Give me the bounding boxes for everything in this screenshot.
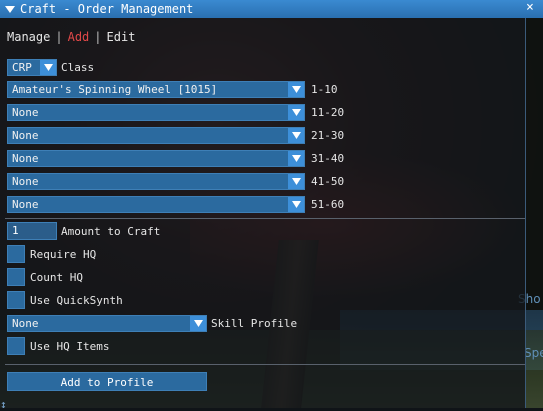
skill-profile-value: None (12, 317, 39, 330)
recipe-select-value: None (12, 106, 39, 119)
recipe-select-value: None (12, 129, 39, 142)
add-to-profile-button[interactable]: Add to Profile (7, 372, 207, 391)
chevron-down-icon[interactable] (288, 105, 304, 120)
close-button[interactable]: × (520, 0, 542, 18)
recipe-select-value: Amateur's Spinning Wheel [1015] (12, 83, 218, 96)
level-range-label: 1-10 (311, 83, 338, 96)
require-hq-label: Require HQ (30, 248, 97, 261)
close-icon: × (526, 0, 534, 15)
add-to-profile-label: Add to Profile (60, 376, 154, 389)
menu-manage[interactable]: Manage (7, 30, 50, 44)
menu-edit[interactable]: Edit (107, 30, 136, 44)
recipe-select-51-60[interactable]: None (7, 196, 305, 213)
count-hq-checkbox[interactable] (7, 268, 25, 286)
recipe-select-21-30[interactable]: None (7, 127, 305, 144)
amount-input[interactable]: 1 (7, 222, 57, 240)
level-range-label: 11-20 (311, 106, 345, 119)
class-select[interactable]: CRP (7, 59, 57, 76)
title-bar[interactable]: Craft - Order Management × (0, 0, 543, 18)
count-hq-label: Count HQ (30, 271, 83, 284)
level-range-label: 51-60 (311, 198, 345, 211)
collapse-triangle-icon[interactable] (4, 3, 16, 15)
recipe-select-31-40[interactable]: None (7, 150, 305, 167)
recipe-select-value: None (12, 175, 39, 188)
chevron-down-icon[interactable] (288, 151, 304, 166)
chevron-down-icon[interactable] (288, 197, 304, 212)
chevron-down-icon[interactable] (288, 128, 304, 143)
class-select-value: CRP (12, 61, 32, 74)
menu-separator: | (94, 30, 102, 44)
menu-add[interactable]: Add (68, 30, 90, 44)
recipe-select-value: None (12, 198, 39, 211)
amount-value: 1 (12, 224, 19, 237)
skill-profile-label: Skill Profile (211, 317, 298, 330)
amount-label: Amount to Craft (61, 225, 161, 238)
recipe-select-value: None (12, 152, 39, 165)
window-title: Craft - Order Management (20, 2, 194, 16)
use-hq-items-checkbox[interactable] (7, 337, 25, 355)
mode-menu: Manage | Add | Edit (7, 30, 135, 44)
use-hq-items-label: Use HQ Items (30, 340, 110, 353)
chevron-down-icon[interactable] (40, 60, 56, 75)
level-range-label: 31-40 (311, 152, 345, 165)
skill-profile-select[interactable]: None (7, 315, 207, 332)
require-hq-checkbox[interactable] (7, 245, 25, 263)
use-quicksynth-label: Use QuickSynth (30, 294, 123, 307)
recipe-select-1-10[interactable]: Amateur's Spinning Wheel [1015] (7, 81, 305, 98)
chevron-down-icon[interactable] (288, 82, 304, 97)
level-range-label: 41-50 (311, 175, 345, 188)
background-label-speed: Spe (524, 346, 543, 360)
chevron-down-icon[interactable] (190, 316, 206, 331)
recipe-select-41-50[interactable]: None (7, 173, 305, 190)
class-label: Class (61, 61, 95, 74)
chevron-down-icon[interactable] (288, 174, 304, 189)
divider (5, 218, 525, 219)
craft-order-window: Craft - Order Management × Manage | Add | Ed… (0, 0, 543, 411)
menu-separator: | (55, 30, 63, 44)
resize-grip-icon[interactable]: ↕ (0, 398, 7, 411)
recipe-select-11-20[interactable]: None (7, 104, 305, 121)
level-range-label: 21-30 (311, 129, 345, 142)
use-quicksynth-checkbox[interactable] (7, 291, 25, 309)
divider (5, 364, 525, 365)
